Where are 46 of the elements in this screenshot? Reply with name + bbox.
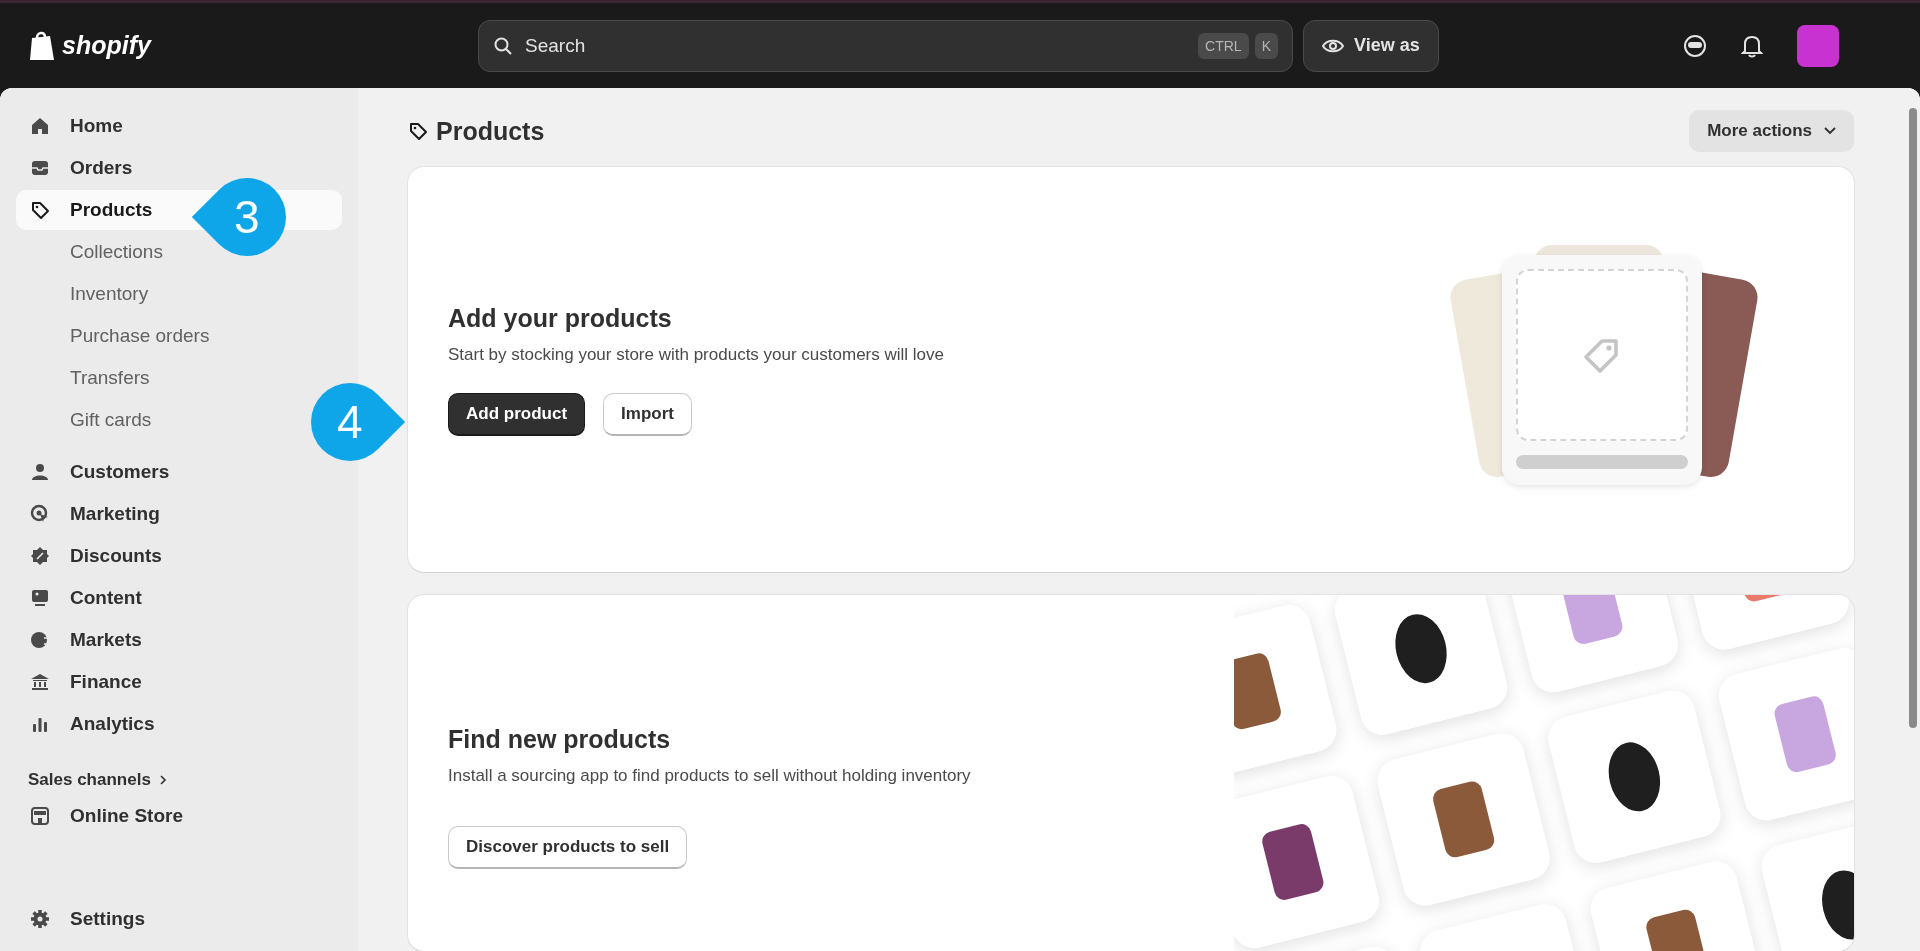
card-description: Install a sourcing app to find products to sell without holding inventory [448, 766, 971, 786]
shortcut-key: K [1254, 32, 1278, 59]
person-icon [30, 462, 50, 482]
image-icon [30, 588, 50, 608]
chevron-right-icon [158, 774, 167, 786]
nav-item[interactable]: Online Store [16, 796, 342, 836]
gear-icon [30, 909, 50, 929]
badge-icon [30, 546, 50, 566]
orders-icon [30, 158, 50, 178]
chevron-down-icon [1824, 127, 1836, 135]
card-heading: Find new products [448, 725, 672, 754]
nav-item[interactable]: Settings [16, 899, 342, 939]
nav-item[interactable]: Content [16, 578, 342, 618]
more-actions-button[interactable]: More actions [1689, 110, 1854, 152]
home-icon [30, 116, 50, 136]
shortcut-key: CTRL [1198, 32, 1249, 59]
nav-subitem[interactable]: Purchase orders [16, 316, 342, 356]
search-bar[interactable]: Search CTRL K [478, 19, 1293, 72]
tag-icon [408, 121, 428, 141]
eye-icon [1322, 37, 1344, 54]
nav-item[interactable]: Marketing [16, 494, 342, 534]
action-button[interactable]: Add product [448, 392, 586, 436]
nav-item[interactable]: Markets [16, 620, 342, 660]
search-field[interactable]: Search [523, 33, 1189, 58]
card-description: Start by stocking your store with products your customers will love [448, 344, 945, 365]
bell-icon[interactable] [1741, 33, 1763, 58]
nav-item[interactable]: Home [16, 106, 342, 146]
view-as-button[interactable]: View as [1303, 19, 1439, 72]
action-button[interactable]: Import [603, 392, 692, 436]
action-button[interactable]: Discover products to sell [448, 826, 688, 869]
nav-subitem[interactable]: Inventory [16, 274, 342, 314]
bank-icon [30, 672, 50, 692]
nav-item[interactable]: Finance [16, 662, 342, 702]
shopping-bag-icon [28, 29, 56, 62]
logo-text: shopify [62, 31, 151, 60]
nav-item[interactable]: Discounts [16, 536, 342, 576]
avatar[interactable] [1797, 24, 1839, 67]
storefront-icon [30, 806, 50, 826]
search-icon [493, 35, 513, 56]
sales-channels-heading[interactable]: Sales channels [16, 764, 342, 796]
scrollbar[interactable] [1909, 108, 1917, 728]
card-heading: Add your products [448, 303, 673, 333]
target-icon [30, 504, 50, 524]
page-title: Products [436, 116, 545, 146]
nav-item[interactable]: Analytics [16, 704, 342, 744]
tag-icon [30, 200, 50, 220]
